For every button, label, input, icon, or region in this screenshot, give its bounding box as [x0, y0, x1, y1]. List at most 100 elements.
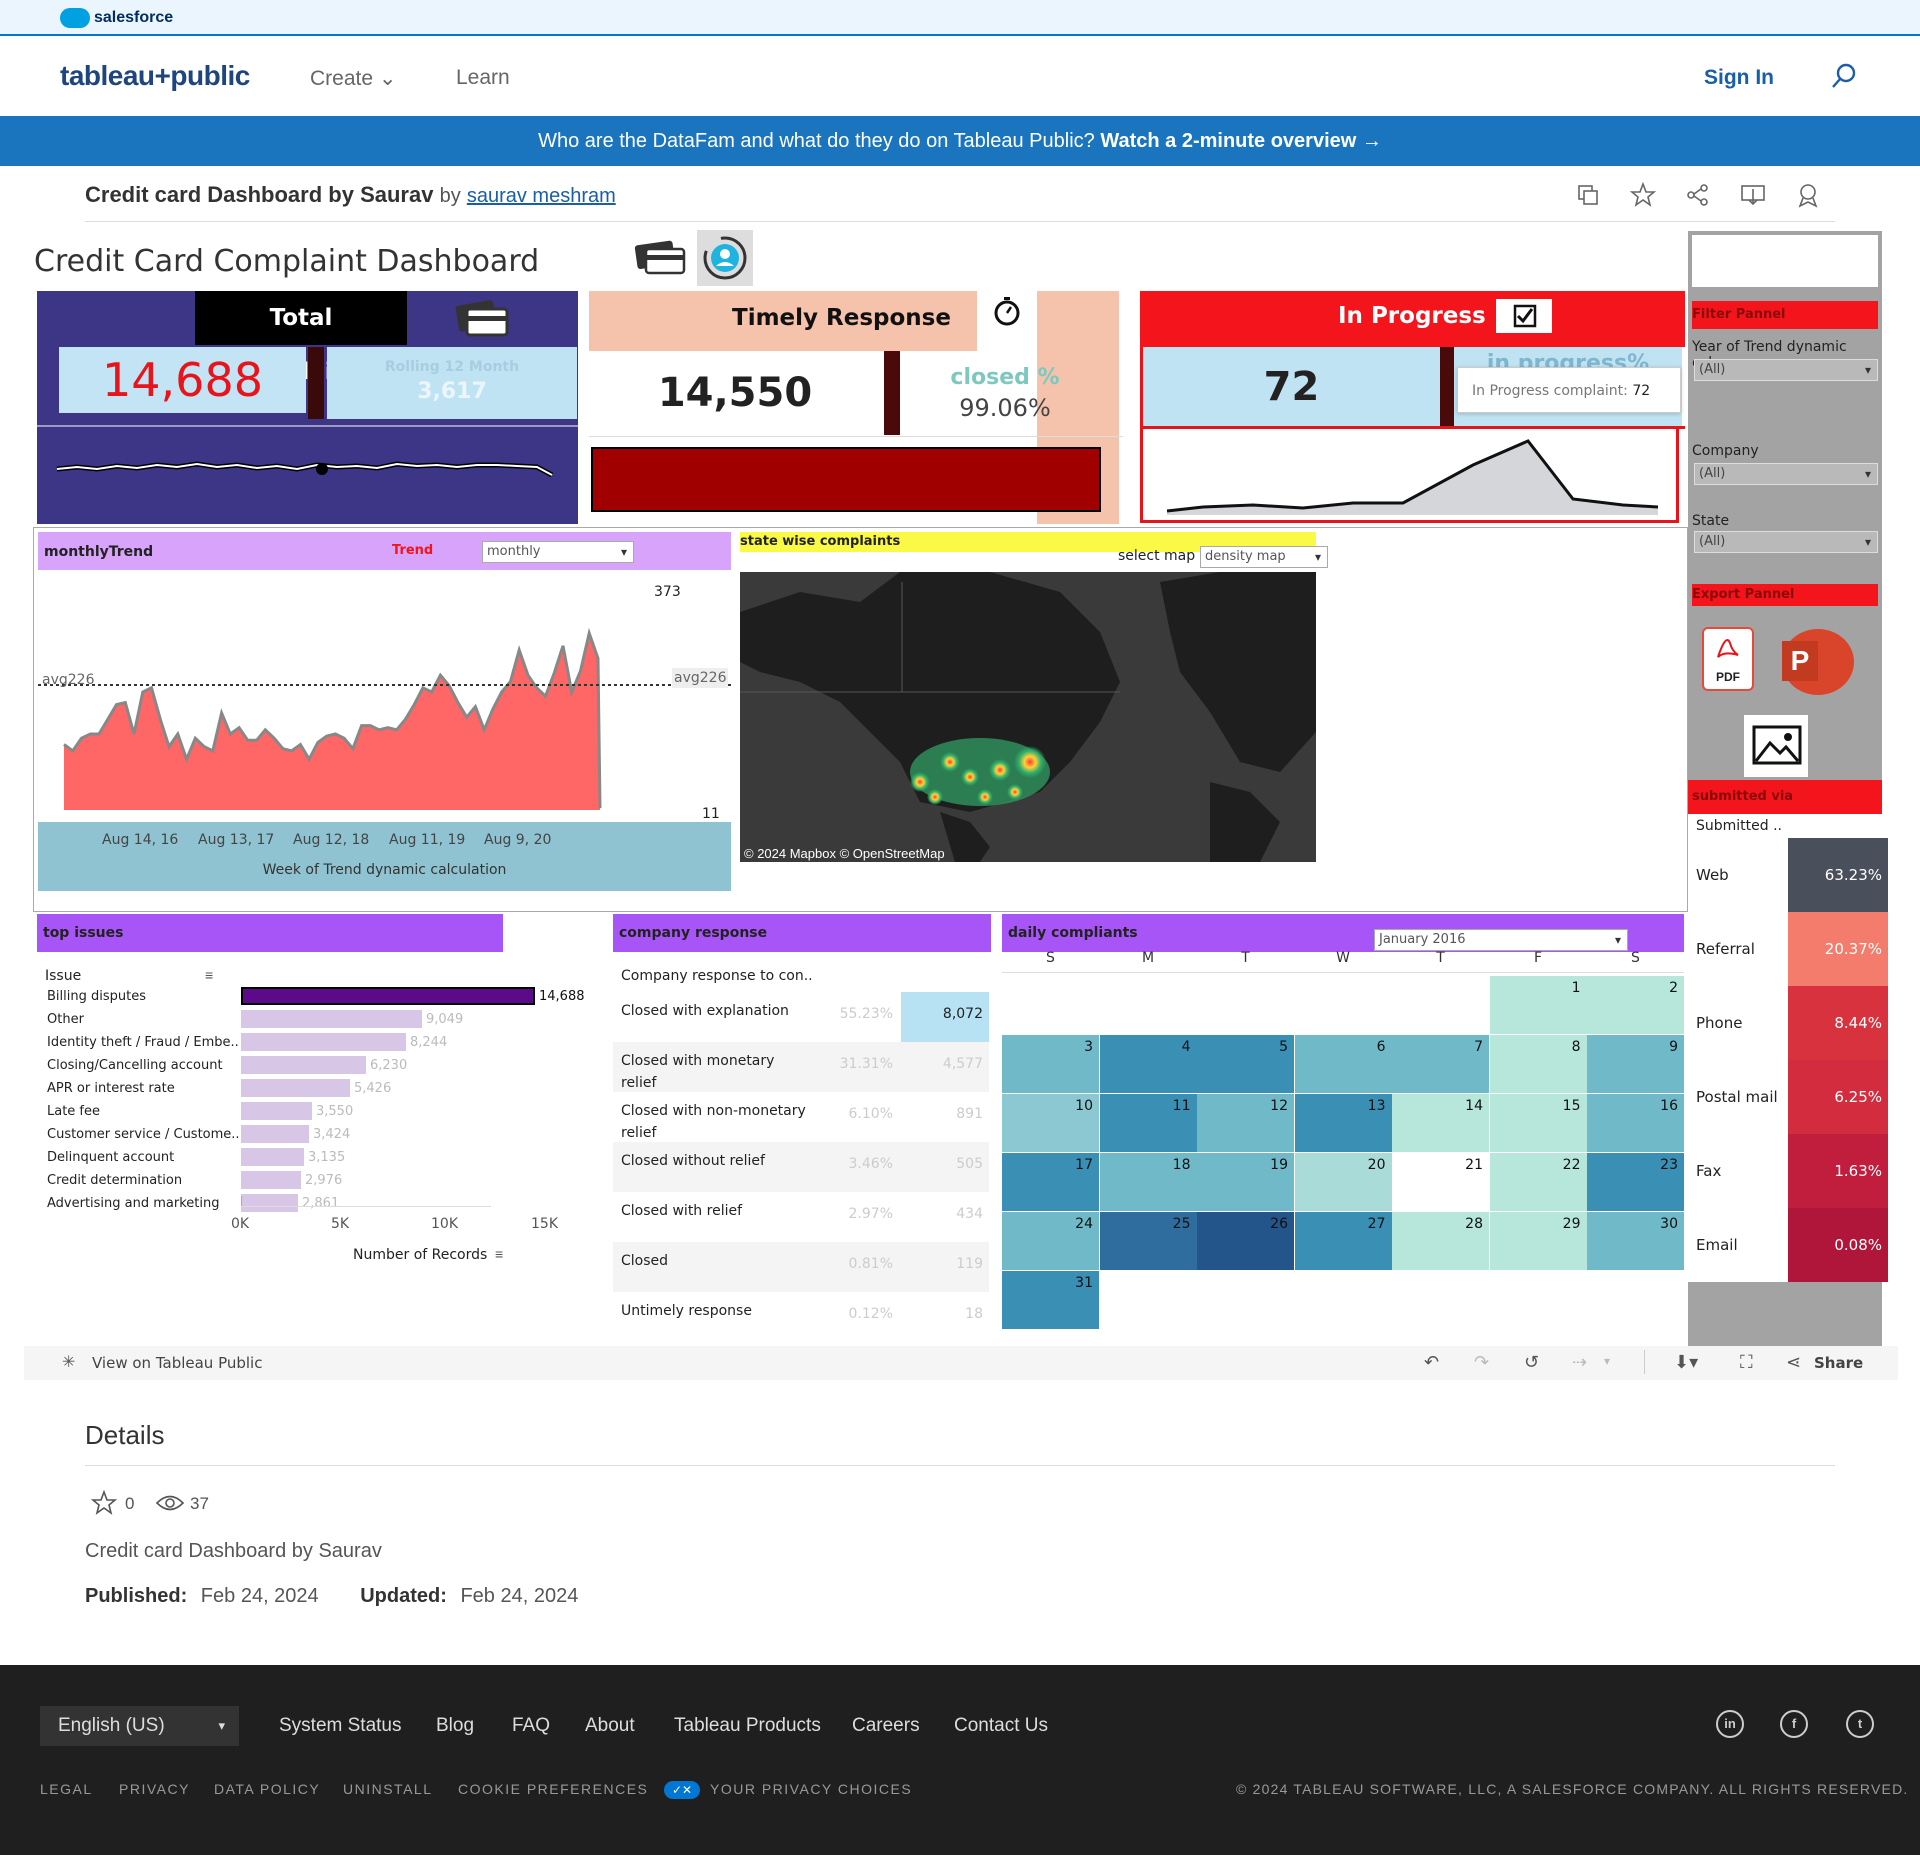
issue-bar[interactable] — [241, 1056, 366, 1074]
calendar-day[interactable]: 18 — [1099, 1153, 1197, 1211]
share-icon[interactable]: ⋖ — [1786, 1352, 1801, 1373]
submitted-row[interactable]: Postal mail 6.25% — [1688, 1060, 1888, 1134]
share-icon[interactable] — [1685, 182, 1711, 208]
company-filter-dropdown[interactable]: (All) — [1694, 463, 1878, 485]
trend-dropdown[interactable]: monthly — [482, 541, 634, 563]
calendar-day[interactable]: 28 — [1392, 1212, 1489, 1270]
footer-data-policy[interactable]: DATA POLICY — [214, 1781, 320, 1797]
footer-link-system-status[interactable]: System Status — [279, 1715, 402, 1737]
issue-bar[interactable] — [241, 1194, 298, 1212]
calendar-day[interactable]: 4 — [1099, 1035, 1197, 1093]
calendar-day[interactable]: 16 — [1587, 1094, 1684, 1152]
issue-bar[interactable] — [241, 1102, 312, 1120]
nav-create[interactable]: Create ⌄ — [310, 66, 396, 91]
redo-icon[interactable]: ↷ — [1474, 1352, 1489, 1373]
salesforce-brand[interactable]: salesforce — [94, 9, 173, 27]
calendar-day[interactable]: 12 — [1197, 1094, 1294, 1152]
table-row[interactable]: Closed with monetary relief 31.31% 4,577 — [613, 1042, 989, 1092]
calendar-day[interactable]: 29 — [1489, 1212, 1587, 1270]
salesforce-logo-icon[interactable] — [60, 8, 90, 28]
year-filter-dropdown[interactable]: (All) — [1694, 359, 1878, 381]
calendar-day[interactable]: 17 — [1002, 1153, 1099, 1211]
calendar-day[interactable]: 5 — [1197, 1035, 1294, 1093]
calendar-day[interactable]: 21 — [1392, 1153, 1489, 1211]
footer-link-careers[interactable]: Careers — [852, 1715, 920, 1737]
linkedin-icon[interactable]: in — [1716, 1710, 1744, 1738]
language-selector[interactable]: English (US) — [40, 1706, 239, 1746]
issue-bar[interactable] — [241, 1079, 350, 1097]
calendar-day[interactable]: 25 — [1099, 1212, 1197, 1270]
calendar-day[interactable]: 27 — [1294, 1212, 1392, 1270]
view-on-tableau-link[interactable]: View on Tableau Public — [92, 1354, 262, 1372]
calendar-day[interactable]: 2 — [1587, 976, 1684, 1034]
issue-bar[interactable] — [241, 1010, 422, 1028]
map-type-dropdown[interactable]: density map — [1200, 546, 1328, 568]
export-ppt-button[interactable]: P — [1782, 629, 1854, 695]
footer-link-faq[interactable]: FAQ — [512, 1715, 550, 1737]
footer-link-about[interactable]: About — [585, 1715, 635, 1737]
calendar-day[interactable]: 3 — [1002, 1035, 1099, 1093]
undo-icon[interactable]: ↶ — [1424, 1352, 1439, 1373]
fullscreen-icon[interactable]: ⛶ — [1740, 1352, 1753, 1373]
footer-legal[interactable]: LEGAL — [40, 1781, 93, 1797]
issue-bar[interactable] — [241, 1125, 309, 1143]
calendar-day[interactable]: 23 — [1587, 1153, 1684, 1211]
calendar-day[interactable]: 13 — [1294, 1094, 1392, 1152]
footer-link-blog[interactable]: Blog — [436, 1715, 474, 1737]
datafam-banner[interactable]: Who are the DataFam and what do they do … — [0, 116, 1920, 166]
badge-icon[interactable] — [1795, 182, 1821, 208]
month-dropdown[interactable]: January 2016 — [1374, 929, 1628, 951]
table-row[interactable]: Closed with relief 2.97% 434 — [613, 1192, 989, 1242]
calendar-day[interactable]: 11 — [1099, 1094, 1197, 1152]
author-link[interactable]: saurav meshram — [467, 185, 616, 207]
table-row[interactable]: Untimely response 0.12% 18 — [613, 1292, 989, 1342]
submitted-row[interactable]: Phone 8.44% — [1688, 986, 1888, 1060]
issue-bar[interactable] — [241, 1171, 301, 1189]
chevron-down-icon[interactable]: ▾ — [1604, 1354, 1610, 1368]
calendar-day[interactable]: 1 — [1489, 976, 1587, 1034]
favorite-star-icon[interactable] — [91, 1490, 117, 1516]
share-button[interactable]: Share — [1814, 1354, 1863, 1372]
calendar-day[interactable]: 6 — [1294, 1035, 1392, 1093]
sort-icon[interactable]: ≡ — [495, 1246, 503, 1262]
download-icon[interactable]: ⬇▾ — [1674, 1352, 1698, 1373]
density-map[interactable] — [740, 572, 1316, 862]
calendar-day[interactable]: 20 — [1294, 1153, 1392, 1211]
twitter-icon[interactable]: t — [1846, 1710, 1874, 1738]
calendar-day[interactable]: 9 — [1587, 1035, 1684, 1093]
copy-icon[interactable] — [1575, 182, 1601, 208]
calendar-day[interactable]: 14 — [1392, 1094, 1489, 1152]
issue-bar[interactable] — [241, 1148, 304, 1166]
refresh-icon[interactable]: ⇢ — [1572, 1352, 1587, 1373]
search-icon[interactable] — [1830, 62, 1858, 90]
state-filter-dropdown[interactable]: (All) — [1694, 531, 1878, 553]
calendar-day[interactable]: 10 — [1002, 1094, 1099, 1152]
privacy-toggle-icon[interactable]: ✓✕ — [664, 1781, 700, 1799]
footer-cookie-preferences[interactable]: COOKIE PREFERENCES — [458, 1781, 648, 1797]
sign-in-link[interactable]: Sign In — [1704, 66, 1774, 90]
export-pdf-button[interactable]: PDF — [1702, 627, 1754, 691]
favorite-star-icon[interactable] — [1630, 182, 1656, 208]
calendar-day[interactable]: 15 — [1489, 1094, 1587, 1152]
export-image-button[interactable] — [1744, 715, 1808, 777]
revert-icon[interactable]: ↺ — [1524, 1352, 1539, 1373]
submitted-row[interactable]: Web 63.23% — [1688, 838, 1888, 912]
footer-privacy-choices[interactable]: YOUR PRIVACY CHOICES — [710, 1781, 912, 1797]
footer-link-tableau-products[interactable]: Tableau Products — [674, 1715, 821, 1737]
sort-icon[interactable]: ≡ — [205, 967, 213, 983]
table-row[interactable]: Closed with explanation 55.23% 8,072 — [613, 992, 989, 1042]
download-icon[interactable] — [1740, 182, 1766, 208]
calendar-day[interactable]: 7 — [1392, 1035, 1489, 1093]
submitted-row[interactable]: Fax 1.63% — [1688, 1134, 1888, 1208]
facebook-icon[interactable]: f — [1780, 1710, 1808, 1738]
calendar-day[interactable]: 24 — [1002, 1212, 1099, 1270]
tableau-public-logo[interactable]: tableau+public — [60, 60, 250, 92]
table-row[interactable]: Closed 0.81% 119 — [613, 1242, 989, 1292]
calendar-day[interactable]: 19 — [1197, 1153, 1294, 1211]
footer-privacy[interactable]: PRIVACY — [119, 1781, 190, 1797]
calendar-day[interactable]: 26 — [1197, 1212, 1294, 1270]
nav-learn[interactable]: Learn — [456, 66, 510, 90]
submitted-row[interactable]: Email 0.08% — [1688, 1208, 1888, 1282]
calendar-day[interactable]: 30 — [1587, 1212, 1684, 1270]
submitted-row[interactable]: Referral 20.37% — [1688, 912, 1888, 986]
